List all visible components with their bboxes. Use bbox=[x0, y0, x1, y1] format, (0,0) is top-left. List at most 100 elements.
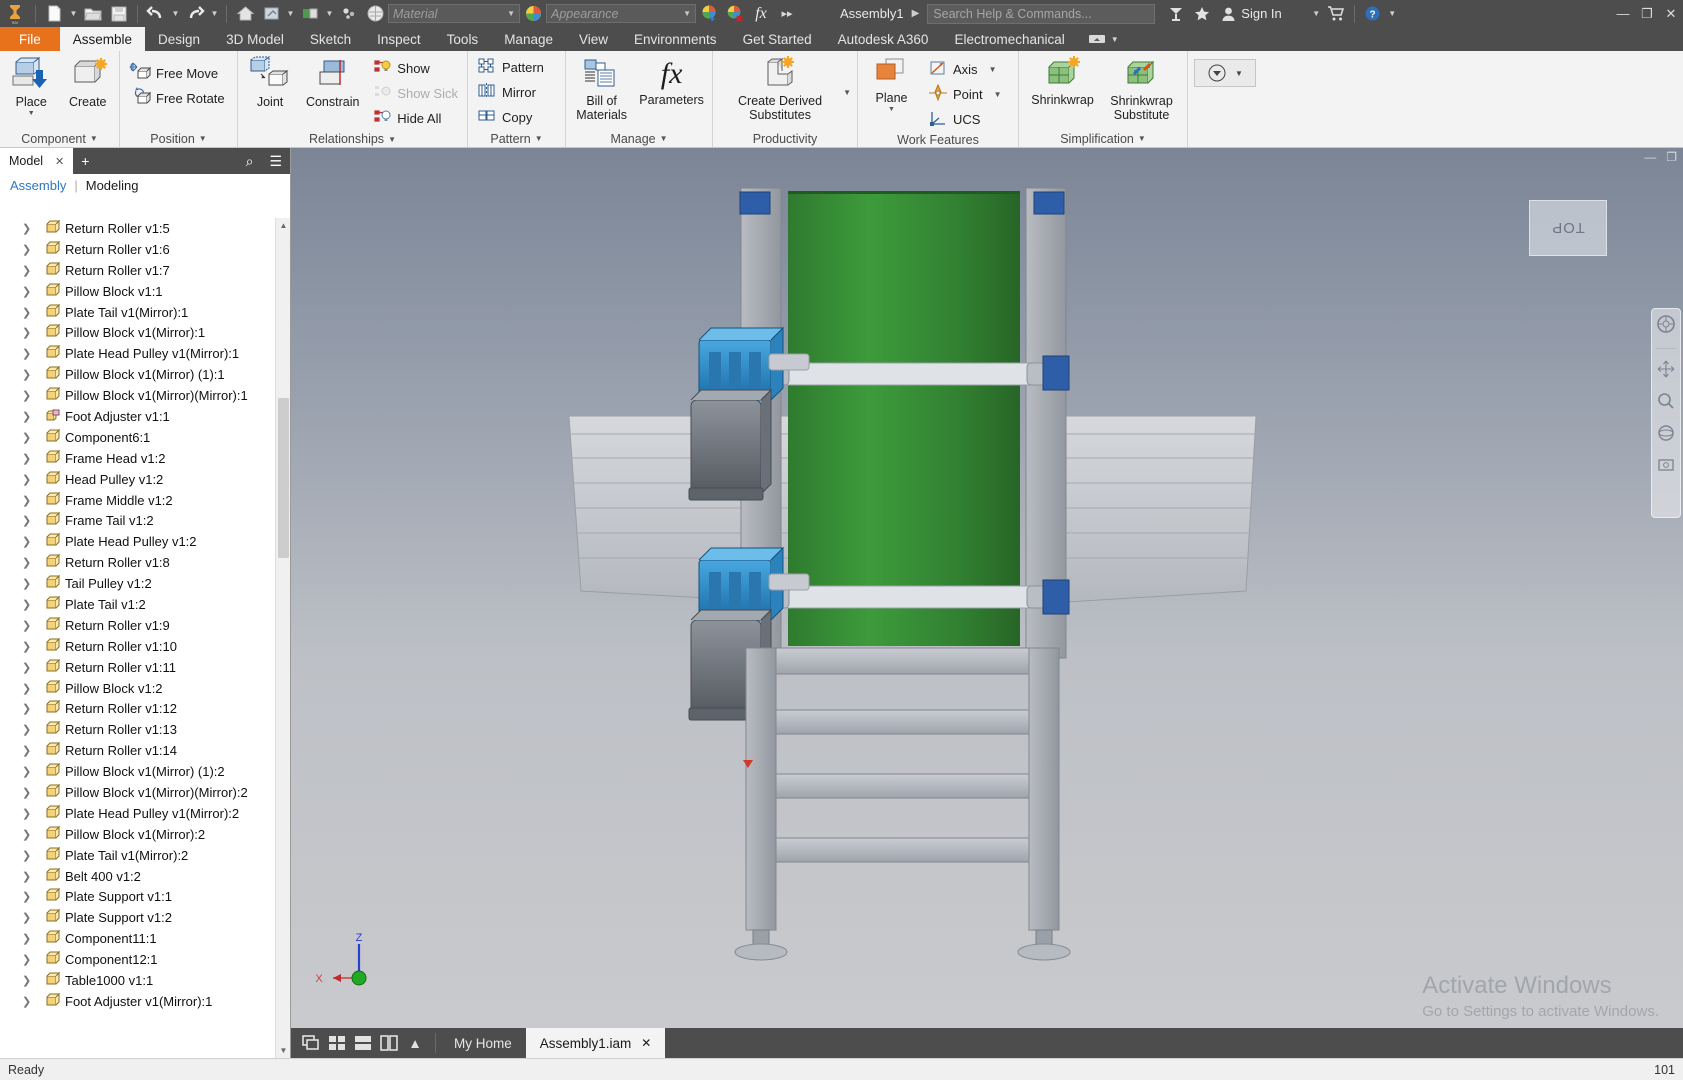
chevron-down-icon[interactable]: ▼ bbox=[28, 110, 35, 117]
tree-item[interactable]: ❯ Return Roller v1:8 bbox=[0, 552, 290, 573]
tree-item[interactable]: ❯ Plate Tail v1(Mirror):1 bbox=[0, 302, 290, 323]
expand-arrow-icon[interactable]: ❯ bbox=[22, 765, 32, 778]
ucs-button[interactable]: UCS bbox=[925, 107, 1005, 132]
viewport-restore-button[interactable]: ❐ bbox=[1666, 150, 1677, 164]
tree-item[interactable]: ❯ Pillow Block v1(Mirror):2 bbox=[0, 824, 290, 845]
update-dropdown-icon[interactable]: ▼ bbox=[323, 9, 336, 18]
pan-icon[interactable] bbox=[1657, 360, 1675, 381]
tree-item[interactable]: ❯ Frame Middle v1:2 bbox=[0, 490, 290, 511]
viewport-minimize-button[interactable]: — bbox=[1644, 150, 1656, 164]
close-window-button[interactable]: ✕ bbox=[1659, 1, 1683, 27]
panel-title-position[interactable]: Position ▼ bbox=[120, 130, 237, 147]
create-derived-substitutes-button[interactable]: Create Derived Substitutes bbox=[719, 54, 841, 123]
shrinkwrap-substitute-button[interactable]: Shrinkwrap Substitute bbox=[1102, 54, 1181, 123]
scrollbar-thumb[interactable] bbox=[278, 398, 289, 558]
ribbon-tab-assemble[interactable]: Assemble bbox=[59, 27, 146, 51]
axis-dropdown-icon[interactable]: ▼ bbox=[989, 65, 997, 74]
ribbon-tab-design[interactable]: Design bbox=[145, 27, 213, 51]
expand-arrow-icon[interactable]: ❯ bbox=[22, 264, 32, 277]
scroll-down-icon[interactable]: ▼ bbox=[276, 1043, 291, 1058]
expand-arrow-icon[interactable]: ❯ bbox=[22, 389, 32, 402]
expand-arrow-icon[interactable]: ❯ bbox=[22, 911, 32, 924]
expand-arrow-icon[interactable]: ❯ bbox=[22, 452, 32, 465]
mirror-button[interactable]: Mirror bbox=[474, 80, 547, 105]
tree-item[interactable]: ❯ Pillow Block v1(Mirror)(Mirror):1 bbox=[0, 385, 290, 406]
browser-filter-modeling[interactable]: Modeling bbox=[86, 178, 139, 193]
shopping-cart-icon[interactable] bbox=[1323, 1, 1349, 26]
point-dropdown-icon[interactable]: ▼ bbox=[994, 90, 1002, 99]
help-dropdown-icon[interactable]: ▼ bbox=[1386, 9, 1399, 18]
doc-tab-assembly1[interactable]: Assembly1.iam ✕ bbox=[525, 1028, 666, 1058]
close-icon[interactable]: ✕ bbox=[55, 155, 64, 168]
free-rotate-button[interactable]: Free Rotate bbox=[126, 86, 228, 111]
redo-dropdown-icon[interactable]: ▼ bbox=[208, 9, 221, 18]
tree-item[interactable]: ❯ Component12:1 bbox=[0, 949, 290, 970]
tree-item[interactable]: ❯ Plate Tail v1:2 bbox=[0, 594, 290, 615]
favorites-star-icon[interactable] bbox=[1189, 1, 1215, 26]
tree-item[interactable]: ❯ Plate Head Pulley v1(Mirror):1 bbox=[0, 343, 290, 364]
expand-arrow-icon[interactable]: ❯ bbox=[22, 577, 32, 590]
tree-item[interactable]: ❯ Pillow Block v1:1 bbox=[0, 281, 290, 302]
shrinkwrap-button[interactable]: Shrinkwrap bbox=[1025, 54, 1100, 107]
expand-arrow-icon[interactable]: ❯ bbox=[22, 494, 32, 507]
browser-filter-assembly[interactable]: Assembly bbox=[10, 178, 66, 193]
tree-item[interactable]: ❯ Return Roller v1:12 bbox=[0, 698, 290, 719]
ribbon-tab-3d-model[interactable]: 3D Model bbox=[213, 27, 297, 51]
ribbon-tab-sketch[interactable]: Sketch bbox=[297, 27, 364, 51]
expand-arrow-icon[interactable]: ❯ bbox=[22, 473, 32, 486]
browser-search-icon[interactable]: ⌕ bbox=[246, 153, 254, 170]
axis-button[interactable]: Axis ▼ bbox=[925, 57, 1005, 82]
more-commands-icon[interactable]: ▸▸ bbox=[774, 1, 800, 26]
steering-wheel-icon[interactable] bbox=[1656, 314, 1676, 337]
panel-title-relationships[interactable]: Relationships ▼ bbox=[238, 131, 467, 147]
derived-dropdown-icon[interactable]: ▼ bbox=[843, 88, 851, 97]
tree-item[interactable]: ❯ Pillow Block v1(Mirror) (1):2 bbox=[0, 761, 290, 782]
expand-arrow-icon[interactable]: ❯ bbox=[22, 682, 32, 695]
parameters-button[interactable]: fx Parameters bbox=[637, 54, 706, 107]
joint-button[interactable]: Joint bbox=[244, 54, 296, 109]
home-icon[interactable] bbox=[232, 1, 258, 26]
tile-horizontal-icon[interactable] bbox=[351, 1029, 375, 1057]
expand-arrow-icon[interactable]: ❯ bbox=[22, 306, 32, 319]
tree-item[interactable]: ❯ Pillow Block v1(Mirror):1 bbox=[0, 322, 290, 343]
expand-arrow-icon[interactable]: ❯ bbox=[22, 640, 32, 653]
browser-tab-model[interactable]: Model ✕ bbox=[0, 148, 73, 174]
place-component-button[interactable]: Place ▼ bbox=[6, 54, 57, 117]
redo-icon[interactable] bbox=[182, 1, 208, 26]
ribbon-tab-get-started[interactable]: Get Started bbox=[730, 27, 825, 51]
collapse-icon[interactable]: ▲ bbox=[403, 1029, 427, 1057]
bill-of-materials-button[interactable]: Bill of Materials bbox=[572, 54, 631, 123]
undo-dropdown-icon[interactable]: ▼ bbox=[169, 9, 182, 18]
ribbon-tab-autodesk-a360[interactable]: Autodesk A360 bbox=[825, 27, 942, 51]
expand-arrow-icon[interactable]: ❯ bbox=[22, 890, 32, 903]
convert-dropdown-button[interactable]: ▼ bbox=[1194, 59, 1256, 87]
model-tree[interactable]: ❯ Return Roller v1:5 ❯ Return Roller v1:6 ❯ R… bbox=[0, 218, 290, 1058]
expand-arrow-icon[interactable]: ❯ bbox=[22, 326, 32, 339]
tree-item[interactable]: ❯ Return Roller v1:6 bbox=[0, 239, 290, 260]
create-component-button[interactable]: Create bbox=[63, 54, 114, 109]
orbit-icon[interactable] bbox=[1657, 424, 1675, 445]
show-sick-button[interactable]: Show Sick bbox=[369, 81, 461, 106]
tile-grid-icon[interactable] bbox=[325, 1029, 349, 1057]
tree-item[interactable]: ❯ Pillow Block v1:2 bbox=[0, 678, 290, 699]
constrain-button[interactable]: Constrain bbox=[300, 54, 365, 109]
update-icon[interactable] bbox=[297, 1, 323, 26]
browser-scrollbar[interactable]: ▲ ▼ bbox=[275, 218, 290, 1058]
tree-item[interactable]: ❯ Component6:1 bbox=[0, 427, 290, 448]
expand-arrow-icon[interactable]: ❯ bbox=[22, 598, 32, 611]
tree-item[interactable]: ❯ Component11:1 bbox=[0, 928, 290, 949]
signin-dropdown-icon[interactable]: ▼ bbox=[1310, 9, 1323, 18]
tree-item[interactable]: ❯ Return Roller v1:10 bbox=[0, 636, 290, 657]
panel-title-simplification[interactable]: Simplification ▼ bbox=[1019, 130, 1187, 147]
scroll-up-icon[interactable]: ▲ bbox=[276, 218, 291, 233]
expand-arrow-icon[interactable]: ❯ bbox=[22, 368, 32, 381]
undo-icon[interactable] bbox=[143, 1, 169, 26]
return-icon[interactable] bbox=[258, 1, 284, 26]
tree-item[interactable]: ❯ Return Roller v1:5 bbox=[0, 218, 290, 239]
return-dropdown-icon[interactable]: ▼ bbox=[284, 9, 297, 18]
tree-item[interactable]: ❯ Plate Head Pulley v1(Mirror):2 bbox=[0, 803, 290, 824]
panel-title-productivity[interactable]: Productivity bbox=[713, 130, 857, 147]
ribbon-tab-environments[interactable]: Environments bbox=[621, 27, 730, 51]
tree-item[interactable]: ❯ Return Roller v1:11 bbox=[0, 657, 290, 678]
expand-arrow-icon[interactable]: ❯ bbox=[22, 786, 32, 799]
